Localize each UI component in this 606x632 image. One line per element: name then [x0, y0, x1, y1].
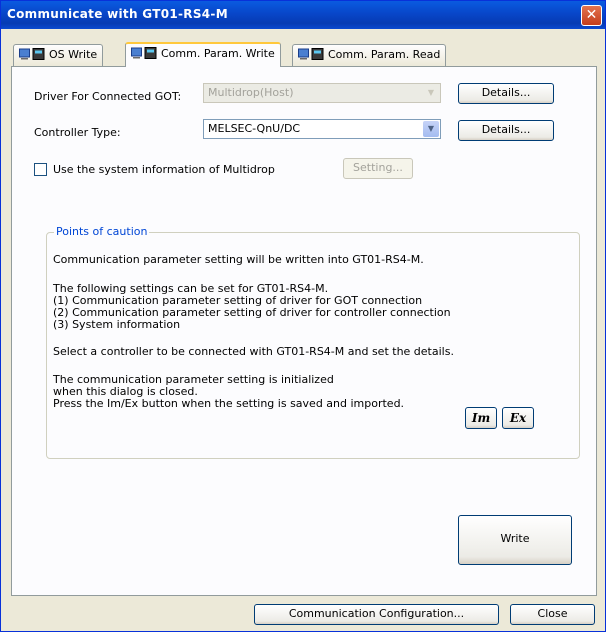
close-window-button[interactable]: ✕: [581, 5, 602, 26]
write-button[interactable]: Write: [458, 515, 572, 565]
computer-transfer-icon: [298, 48, 324, 60]
tab-comm-param-read-label: Comm. Param. Read: [328, 48, 441, 61]
tab-comm-param-read[interactable]: Comm. Param. Read: [292, 44, 447, 66]
system-info-checkbox-label[interactable]: Use the system information of Multidrop: [53, 163, 275, 176]
close-button[interactable]: Close: [510, 604, 595, 625]
driver-select[interactable]: Multidrop(Host) ▼: [203, 83, 441, 103]
title-bar[interactable]: Communicate with GT01-RS4-M ✕: [1, 1, 605, 29]
computer-transfer-icon: [131, 47, 157, 59]
chevron-down-icon: ▼: [423, 85, 439, 101]
computer-transfer-icon: [19, 48, 45, 60]
driver-details-button[interactable]: Details...: [458, 83, 554, 104]
export-button[interactable]: Ex: [502, 407, 534, 429]
controller-select-value: MELSEC-QnU/DC: [208, 122, 301, 135]
communication-configuration-label: Communication Configuration...: [288, 607, 465, 620]
communication-configuration-button[interactable]: Communication Configuration...: [254, 604, 499, 625]
tab-panel: Driver For Connected GOT: Multidrop(Host…: [11, 66, 597, 596]
tab-comm-param-write[interactable]: Comm. Param. Write: [125, 42, 281, 67]
write-button-label: Write: [500, 532, 530, 545]
tab-os-write-label: OS Write: [49, 48, 98, 61]
tab-os-write[interactable]: OS Write: [13, 44, 104, 66]
caution-groupbox: Points of caution Communication paramete…: [46, 225, 580, 459]
import-button-label: Im: [471, 411, 491, 425]
chevron-down-icon: ▼: [423, 121, 439, 137]
setting-button[interactable]: Setting...: [343, 158, 413, 179]
caution-line: (3) System information: [53, 318, 181, 331]
caution-title: Points of caution: [54, 225, 150, 238]
driver-details-label: Details...: [481, 86, 531, 99]
controller-details-button[interactable]: Details...: [458, 120, 554, 141]
controller-select[interactable]: MELSEC-QnU/DC ▼: [203, 119, 441, 139]
close-button-label: Close: [537, 607, 568, 620]
driver-select-value: Multidrop(Host): [208, 86, 294, 99]
close-icon: ✕: [585, 7, 598, 23]
controller-label: Controller Type:: [34, 126, 121, 139]
caution-line: Select a controller to be connected with…: [53, 345, 454, 358]
system-info-checkbox[interactable]: [34, 163, 47, 176]
import-button[interactable]: Im: [465, 407, 497, 429]
tab-comm-param-write-label: Comm. Param. Write: [161, 47, 275, 60]
dialog-window: Communicate with GT01-RS4-M ✕ OS Write C…: [0, 0, 606, 632]
window-title: Communicate with GT01-RS4-M: [7, 7, 228, 21]
export-button-label: Ex: [509, 411, 527, 425]
setting-button-label: Setting...: [353, 161, 403, 174]
driver-label: Driver For Connected GOT:: [34, 90, 182, 103]
controller-details-label: Details...: [481, 123, 531, 136]
caution-line: Communication parameter setting will be …: [53, 253, 424, 266]
caution-line: Press the Im/Ex button when the setting …: [53, 397, 405, 410]
